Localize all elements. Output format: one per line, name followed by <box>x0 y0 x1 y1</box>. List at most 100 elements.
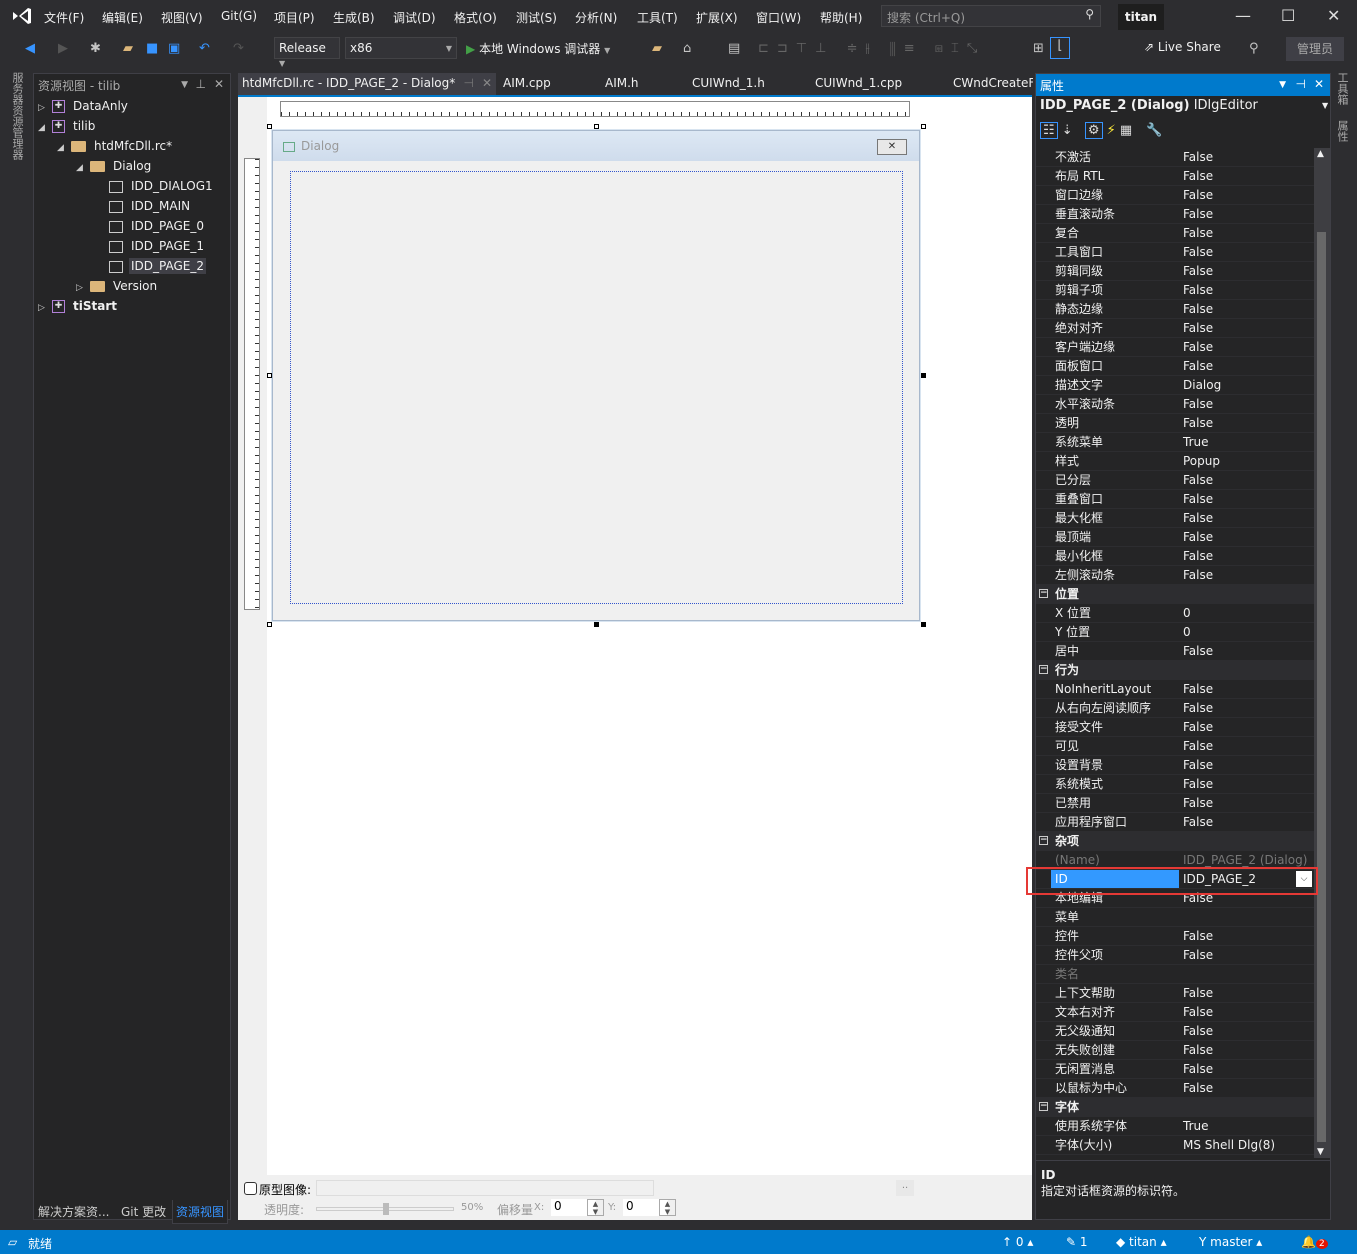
tab-resource-view[interactable]: 资源视图 <box>172 1200 229 1224</box>
property-row[interactable]: 水平滚动条 False <box>1036 395 1314 414</box>
property-value[interactable]: False <box>1183 281 1213 299</box>
property-value[interactable]: False <box>1183 509 1213 527</box>
menu-item[interactable]: 工具(T) <box>637 9 678 26</box>
tab-dialog-editor[interactable]: htdMfcDll.rc - IDD_PAGE_2 - Dialog* ⊣ ✕ <box>238 73 496 95</box>
expand-toggle-icon[interactable]: ▷ <box>38 298 52 318</box>
property-value[interactable]: False <box>1183 395 1213 413</box>
tab-cuiwnd-cpp[interactable]: CUIWnd_1.cpp <box>811 73 906 95</box>
property-row[interactable]: 类名 <box>1036 965 1314 984</box>
notifications-icon[interactable]: 🔔 2 <box>1301 1235 1328 1249</box>
toolbox-tab[interactable]: 工具箱 <box>1334 72 1350 105</box>
property-value[interactable]: False <box>1183 737 1213 755</box>
property-row[interactable]: 已禁用 False <box>1036 794 1314 813</box>
property-row[interactable]: 剪辑同级 False <box>1036 262 1314 281</box>
tree-item[interactable]: IDD_DIALOG1 <box>95 176 215 196</box>
property-value[interactable]: False <box>1183 243 1213 261</box>
resize-handle[interactable] <box>921 124 926 129</box>
property-row[interactable]: 无失败创建 False <box>1036 1041 1314 1060</box>
minimize-button[interactable]: — <box>1235 6 1251 25</box>
prototype-checkbox[interactable] <box>244 1182 257 1195</box>
property-value[interactable]: False <box>1183 1060 1213 1078</box>
opacity-slider[interactable] <box>316 1203 454 1215</box>
menu-item[interactable]: Git(G) <box>221 9 257 23</box>
property-row[interactable]: 复合 False <box>1036 224 1314 243</box>
property-value[interactable]: False <box>1183 813 1213 831</box>
property-row[interactable]: 绝对对齐 False <box>1036 319 1314 338</box>
scrollbar-thumb[interactable] <box>1317 232 1326 1142</box>
dropdown-icon[interactable]: ▼ <box>1279 80 1286 90</box>
back-icon[interactable]: ◀ <box>25 41 35 56</box>
undo-icon[interactable]: ↶ <box>199 41 210 56</box>
property-value[interactable]: False <box>1183 167 1213 185</box>
server-explorer-tab[interactable]: 服务器资源管理器 <box>9 72 25 160</box>
property-row[interactable]: 设置背景 False <box>1036 756 1314 775</box>
menu-item[interactable]: 格式(O) <box>454 9 497 26</box>
property-value[interactable]: False <box>1183 262 1213 280</box>
property-row[interactable]: 重叠窗口 False <box>1036 490 1314 509</box>
tree-item[interactable]: ▷ Version <box>76 276 159 296</box>
repo-selector[interactable]: ◆ titan ▴ <box>1116 1235 1167 1249</box>
forward-icon[interactable]: ▶ <box>58 41 68 56</box>
grid-icon[interactable]: ⊞ <box>1033 41 1044 56</box>
property-row[interactable]: 透明 False <box>1036 414 1314 433</box>
user-account[interactable]: titan <box>1118 4 1164 30</box>
object-selector[interactable]: IDD_PAGE_2 (Dialog) IDlgEditor ▼ <box>1040 98 1328 113</box>
property-value[interactable]: False <box>1183 642 1213 660</box>
tree-item[interactable]: ◢ ✚ tilib <box>38 116 97 136</box>
expand-toggle-icon[interactable]: ▷ <box>38 98 52 118</box>
property-value[interactable]: False <box>1183 927 1213 945</box>
align-icons[interactable]: ⊏⊐⊤⊥ ≑⫲ ⫼≡ ⧆⌶⤡ <box>758 41 985 56</box>
collapse-icon[interactable]: − <box>1039 665 1048 674</box>
menu-item[interactable]: 帮助(H) <box>820 9 862 26</box>
menu-item[interactable]: 扩展(X) <box>696 9 738 26</box>
property-row[interactable]: 垂直滚动条 False <box>1036 205 1314 224</box>
property-value[interactable]: False <box>1183 490 1213 508</box>
property-row[interactable]: 菜单 <box>1036 908 1314 927</box>
property-row[interactable]: 最小化框 False <box>1036 547 1314 566</box>
dropdown-icon[interactable]: ▼ <box>181 80 188 90</box>
property-row[interactable]: 客户端边缘 False <box>1036 338 1314 357</box>
property-row[interactable]: 最顶端 False <box>1036 528 1314 547</box>
property-value[interactable]: 0 <box>1183 623 1191 641</box>
scroll-up-icon[interactable]: ▲ <box>1317 149 1324 159</box>
property-value[interactable]: False <box>1183 718 1213 736</box>
resize-handle[interactable] <box>267 622 272 627</box>
close-icon[interactable]: ✕ <box>214 77 224 91</box>
tree-item[interactable]: IDD_PAGE_1 <box>95 236 206 256</box>
tab-solution-explorer[interactable]: 解决方案资... <box>38 1203 109 1220</box>
property-value[interactable]: Dialog <box>1183 376 1221 394</box>
configuration-dropdown[interactable]: Release ▼ <box>274 37 340 68</box>
property-row[interactable]: NoInheritLayout False <box>1036 680 1314 699</box>
properties-side-tab[interactable]: 属性 <box>1334 120 1350 142</box>
property-value[interactable]: False <box>1183 186 1213 204</box>
save-all-icon[interactable]: ▣ <box>168 41 180 56</box>
menu-item[interactable]: 视图(V) <box>161 9 203 26</box>
menu-item[interactable]: 窗口(W) <box>756 9 801 26</box>
property-row[interactable]: 静态边缘 False <box>1036 300 1314 319</box>
property-value[interactable]: False <box>1183 794 1213 812</box>
alphabetical-icon[interactable]: ⇣ <box>1062 123 1073 138</box>
guides-icon[interactable]: ⌊ <box>1050 37 1070 59</box>
property-value[interactable]: False <box>1183 357 1213 375</box>
property-category[interactable]: − 字体 <box>1036 1098 1314 1117</box>
push-status[interactable]: ↑ 0 ▴ <box>1002 1235 1033 1249</box>
property-value[interactable]: MS Shell Dlg(8) <box>1183 1136 1275 1154</box>
property-row[interactable]: 控件 False <box>1036 927 1314 946</box>
resize-handle[interactable] <box>267 373 272 378</box>
property-value[interactable]: 0 <box>1183 604 1191 622</box>
property-pages-icon[interactable]: 🔧 <box>1146 123 1162 138</box>
property-row[interactable]: 已分层 False <box>1036 471 1314 490</box>
offset-y-spinner[interactable]: ▲ ▼ <box>659 1199 676 1216</box>
collapse-icon[interactable]: − <box>1039 589 1048 598</box>
search-input[interactable]: 搜索 (Ctrl+Q) ⚲ <box>881 5 1101 27</box>
property-value[interactable]: False <box>1183 547 1213 565</box>
expand-toggle-icon[interactable]: ◢ <box>76 158 90 178</box>
property-value[interactable]: False <box>1183 1079 1213 1097</box>
close-window-button[interactable]: ✕ <box>1327 6 1340 25</box>
property-row[interactable]: 居中 False <box>1036 642 1314 661</box>
pending-edits[interactable]: ✎ 1 <box>1066 1235 1088 1249</box>
property-row[interactable]: 可见 False <box>1036 737 1314 756</box>
property-row[interactable]: 最大化框 False <box>1036 509 1314 528</box>
property-row[interactable]: 剪辑子项 False <box>1036 281 1314 300</box>
property-category[interactable]: − 杂项 <box>1036 832 1314 851</box>
